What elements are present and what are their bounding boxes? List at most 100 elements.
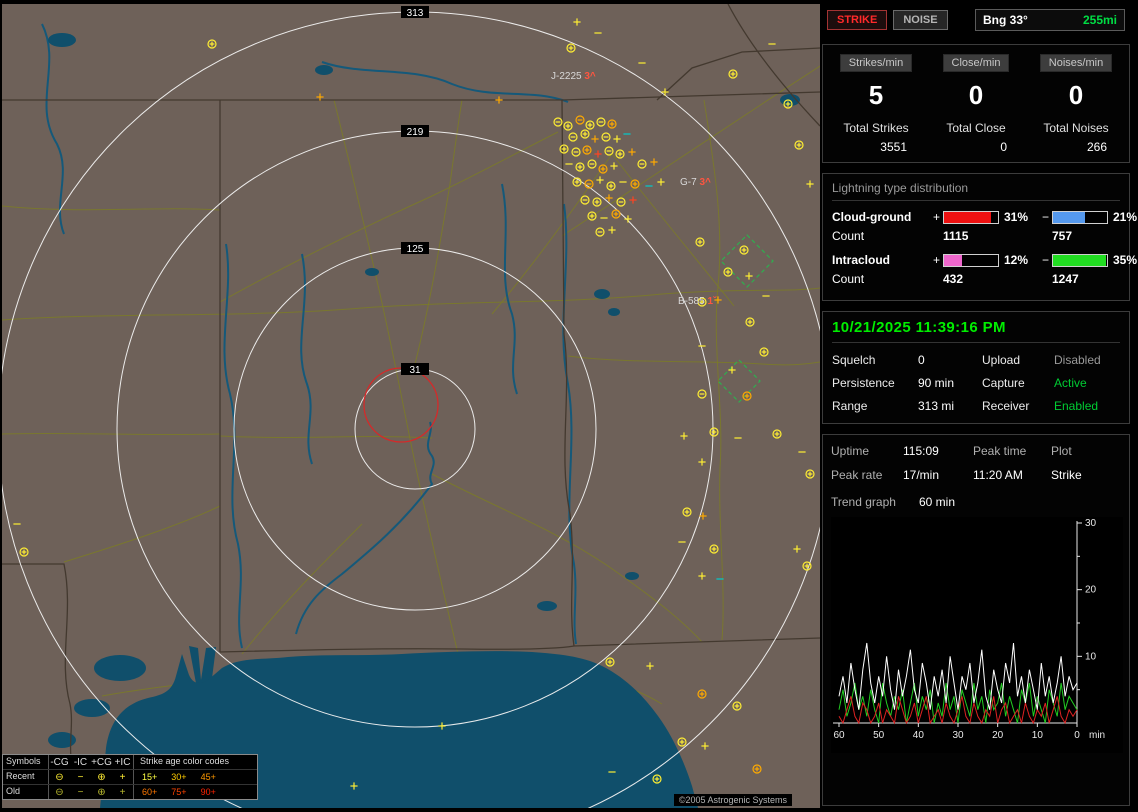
clock-display: 10/21/2025 11:39:16 PM [832,319,1120,343]
map-legend: Symbols -CG -IC +CG +IC Strike age color… [2,754,258,800]
age-30: 30+ [171,771,186,784]
trend-x-tick: 50 [873,730,885,741]
legend-col-ic-pos: +IC [112,756,133,769]
plus-sign: + [930,253,943,267]
legend-recent-label: Recent [3,770,49,784]
noise-button[interactable]: NOISE [893,10,947,30]
receiver-label: Receiver [982,399,1054,413]
ic-positive-count: 432 [930,272,1039,286]
stats-grid: Uptime 115:09 Peak time Plot Peak rate 1… [831,444,1121,482]
range-ring-label: 313 [401,6,429,19]
plot-label: Plot [1051,444,1121,458]
minus-sign: − [1039,210,1052,224]
receiver-value: Enabled [1054,399,1120,413]
count-label: Count [832,229,930,243]
uptime-value: 115:09 [903,444,973,458]
trend-series-strike [839,643,1077,710]
total-close-value: 0 [1000,140,1023,154]
persistence-value: 90 min [918,376,982,390]
distribution-panel: Lightning type distribution Cloud-ground… [822,173,1130,301]
legend-age-header: Strike age color codes [133,755,257,769]
close-rate-column: Close/min 0 Total Close 0 [929,54,1023,154]
rates-panel: Strikes/min 5 Total Strikes 3551 Close/m… [822,44,1130,163]
ic-negative-count: 1247 [1039,272,1120,286]
svg-text:31: 31 [409,365,421,376]
trend-x-tick: 30 [952,730,964,741]
peak-rate-value: 17/min [903,468,973,482]
upload-value: Disabled [1054,353,1120,367]
trend-x-tick: 0 [1074,730,1080,741]
plot-value: Strike [1051,468,1121,482]
app-window: 31321912531J-2225 3^G-7 3^B-585 1ˇ Symbo… [0,0,1138,812]
legend-symbols-header: Symbols [3,755,49,769]
intracloud-row: Intracloud + 12% − 35% [832,253,1120,267]
cg-negative-pct: 21% [1108,210,1138,224]
legend-recent-ages: 15+ 30+ 45+ [133,770,257,784]
plus-sign: + [930,210,943,224]
legend-old-ages: 60+ 75+ 90+ [133,785,257,799]
squelch-value: 0 [918,353,982,367]
trend-graph-chart: 3020106050403020100min [831,517,1123,753]
svg-text:219: 219 [407,127,424,138]
storm-cell-label: G-7 3^ [680,177,711,188]
cloud-ground-label: Cloud-ground [832,210,930,224]
cg-positive-count: 1115 [930,229,1039,243]
cloud-ground-row: Cloud-ground + 31% − 21% [832,210,1120,224]
trend-x-tick: 60 [833,730,845,741]
range-value: 255mi [1083,13,1117,27]
trend-graph-label: Trend graph [831,495,919,509]
ic-neg-symbol-icon: − [70,786,91,799]
noises-rate-column: Noises/min 0 Total Noises 266 [1029,54,1123,154]
cg-negative-count: 757 [1039,229,1120,243]
distribution-title: Lightning type distribution [832,181,1120,201]
map-svg[interactable]: 31321912531J-2225 3^G-7 3^B-585 1ˇ [2,4,820,808]
close-per-min-value: 0 [969,80,983,111]
ic-positive-pct: 12% [999,253,1039,267]
svg-text:125: 125 [407,244,424,255]
age-90: 90+ [201,786,216,799]
strikes-per-min-label: Strikes/min [840,54,912,72]
intracloud-count-row: Count 432 1247 [832,272,1120,286]
trend-x-tick: 20 [992,730,1004,741]
cloud-ground-count-row: Count 1115 757 [832,229,1120,243]
peak-time-value: 11:20 AM [973,468,1051,482]
svg-text:313: 313 [407,8,424,19]
trend-graph-row: Trend graph 60 min [831,495,1121,509]
range-setting-value: 313 mi [918,399,982,413]
age-75: 75+ [171,786,186,799]
squelch-label: Squelch [832,353,918,367]
status-panel: 10/21/2025 11:39:16 PM Squelch 0 Upload … [822,311,1130,424]
cg-positive-pct: 31% [999,210,1039,224]
peak-rate-label: Peak rate [831,468,903,482]
range-ring-label: 31 [401,363,429,376]
ic-pos-symbol-icon: + [112,771,133,784]
mode-bar: STRIKE NOISE Bng 33° 255mi [822,6,1130,34]
range-ring-label: 219 [401,125,429,138]
legend-header-row: Symbols -CG -IC +CG +IC Strike age color… [3,755,257,769]
bearing-value: Bng 33° [983,13,1028,27]
cg-pos-symbol-icon: ⊕ [91,786,112,799]
trend-x-tick: 40 [913,730,925,741]
cg-positive-bar [943,211,999,224]
upload-label: Upload [982,353,1054,367]
peak-time-label: Peak time [973,444,1051,458]
settings-grid: Squelch 0 Upload Disabled Persistence 90… [832,353,1120,413]
trend-y-tick: 30 [1085,518,1097,529]
sidebar: STRIKE NOISE Bng 33° 255mi Strikes/min 5… [822,6,1130,806]
cg-pos-symbol-icon: ⊕ [91,771,112,784]
strike-button[interactable]: STRIKE [827,10,887,30]
lightning-map[interactable]: 31321912531J-2225 3^G-7 3^B-585 1ˇ Symbo… [2,4,820,808]
age-60: 60+ [142,786,157,799]
ic-positive-bar [943,254,999,267]
trend-x-tick: 10 [1032,730,1044,741]
capture-label: Capture [982,376,1054,390]
noises-per-min-label: Noises/min [1040,54,1112,72]
legend-old-row: Old ⊖ − ⊕ + 60+ 75+ 90+ [3,784,257,799]
age-15: 15+ [142,771,157,784]
total-noises-value: 266 [1087,140,1123,154]
legend-recent-row: Recent ⊖ − ⊕ + 15+ 30+ 45+ [3,769,257,784]
range-ring-label: 125 [401,242,429,255]
storm-cell-label: B-585 1ˇ [678,296,717,307]
stats-panel: Uptime 115:09 Peak time Plot Peak rate 1… [822,434,1130,806]
trend-graph-value: 60 min [919,495,1121,509]
